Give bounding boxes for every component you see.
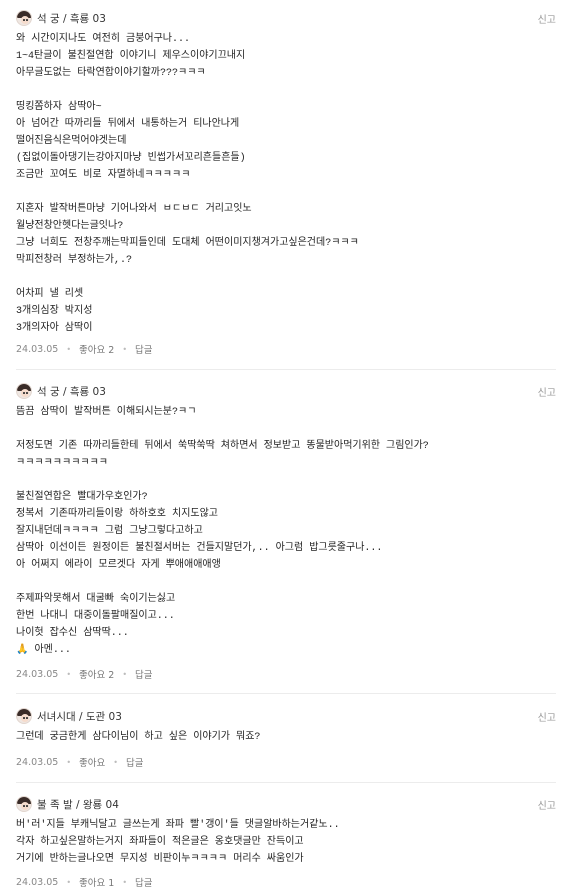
like-button[interactable]: 좋아요 <box>79 755 105 769</box>
comment-body: 와 시간이지나도 여전히 금붕어구나... 1~4탄글이 불친절연합 이야기니 … <box>16 34 359 334</box>
comment-header: 석 궁 / 흑룡 03 <box>16 8 106 28</box>
reply-button[interactable]: 답글 <box>126 755 143 769</box>
author-nickname[interactable]: 석 궁 / 흑룡 03 <box>37 384 106 399</box>
comment-body: 버'러'지들 부캐닉달고 글쓰는게 좌파 빨'갱이'들 댓글알바하는거같노.. … <box>16 820 340 865</box>
reply-button[interactable]: 답글 <box>135 667 152 681</box>
separator-dot: • <box>66 877 72 887</box>
comment-meta: 24.03.05 • 좋아요 • 답글 <box>16 755 143 770</box>
report-link[interactable]: 신고 <box>538 797 556 812</box>
like-button[interactable]: 좋아요 2 <box>79 342 114 356</box>
comment-body: 뜸끔 삼딱이 발작버튼 이해되시는분?ㅋㄱ 저정도면 기존 따까리들한테 뒤에서… <box>16 407 429 656</box>
comment-date: 24.03.05 <box>16 756 59 768</box>
author-nickname[interactable]: 석 궁 / 흑룡 03 <box>37 11 106 26</box>
user-avatar-icon[interactable] <box>16 10 32 26</box>
comment-body: 그런데 궁금한게 삼다이님이 하고 싶은 이야기가 뭐죠? <box>16 732 261 743</box>
like-button[interactable]: 좋아요 1 <box>79 875 114 889</box>
comment-header: 불 족 발 / 왕룡 04 <box>16 794 119 814</box>
report-link[interactable]: 신고 <box>538 384 556 399</box>
comment-date: 24.03.05 <box>16 668 59 680</box>
comment-divider <box>16 782 556 783</box>
comment-date: 24.03.05 <box>16 343 59 355</box>
separator-dot: • <box>66 669 72 679</box>
user-avatar-icon[interactable] <box>16 383 32 399</box>
user-avatar-icon[interactable] <box>16 796 32 812</box>
separator-dot: • <box>66 344 72 354</box>
reply-button[interactable]: 답글 <box>135 342 152 356</box>
separator-dot: • <box>122 344 128 354</box>
comment-meta: 24.03.05 • 좋아요 1 • 답글 <box>16 875 153 889</box>
comment-header: 석 궁 / 흑룡 03 <box>16 381 106 401</box>
like-button[interactable]: 좋아요 2 <box>79 667 114 681</box>
comment-date: 24.03.05 <box>16 876 59 888</box>
comment-header: 서녀시대 / 도관 03 <box>16 706 122 726</box>
report-link[interactable]: 신고 <box>538 11 556 26</box>
user-avatar-icon[interactable] <box>16 708 32 724</box>
author-nickname[interactable]: 불 족 발 / 왕룡 04 <box>37 797 119 812</box>
report-link[interactable]: 신고 <box>538 709 556 724</box>
separator-dot: • <box>66 757 72 767</box>
comment-meta: 24.03.05 • 좋아요 2 • 답글 <box>16 667 153 682</box>
separator-dot: • <box>122 877 128 887</box>
separator-dot: • <box>122 669 128 679</box>
comment-divider <box>16 693 556 694</box>
reply-button[interactable]: 답글 <box>135 875 152 889</box>
separator-dot: • <box>113 757 118 767</box>
comment-divider <box>16 369 556 370</box>
author-nickname[interactable]: 서녀시대 / 도관 03 <box>37 709 122 724</box>
comment-meta: 24.03.05 • 좋아요 2 • 답글 <box>16 342 153 357</box>
